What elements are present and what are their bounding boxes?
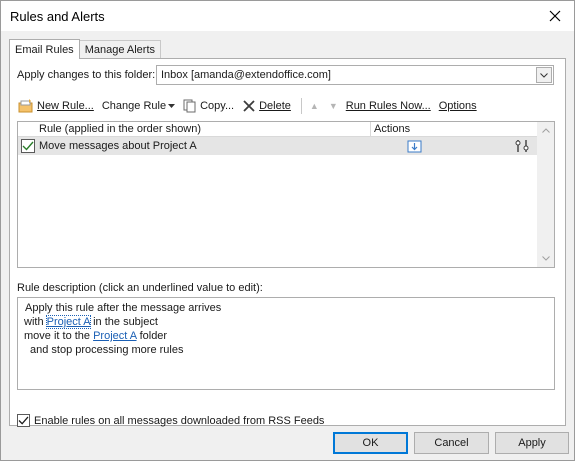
folder-select[interactable]: Inbox [amanda@extendoffice.com] xyxy=(156,65,554,85)
folder-row: Apply changes to this folder: xyxy=(17,69,155,81)
ok-label: OK xyxy=(362,437,379,449)
options-label: Options xyxy=(438,100,477,112)
description-line: move it to the Project A folder xyxy=(24,329,548,343)
checkmark-icon xyxy=(22,141,34,151)
description-text: folder xyxy=(136,330,168,342)
rule-settings-icon[interactable] xyxy=(515,139,529,153)
copy-icon xyxy=(183,99,197,113)
tab-manage-alerts[interactable]: Manage Alerts xyxy=(78,40,162,58)
new-rule-label: New Rule... xyxy=(37,100,94,112)
run-rules-label: Run Rules Now... xyxy=(345,100,431,112)
column-header-rule[interactable]: Rule (applied in the order shown) xyxy=(18,122,371,136)
scroll-down-button[interactable] xyxy=(537,250,554,267)
move-down-icon[interactable]: ▼ xyxy=(329,101,338,111)
rss-label: Enable rules on all messages downloaded … xyxy=(34,414,325,427)
rules-list-header: Rule (applied in the order shown) Action… xyxy=(18,122,538,137)
tab-label: Email Rules xyxy=(15,43,74,56)
rule-description-label: Rule description (click an underlined va… xyxy=(17,282,263,294)
move-to-folder-action-icon xyxy=(407,139,423,153)
rules-toolbar: New Rule... Change Rule Copy... Delete ▲… xyxy=(18,96,485,116)
target-folder-link[interactable]: Project A xyxy=(93,330,136,342)
tab-email-rules[interactable]: Email Rules xyxy=(9,39,80,59)
run-rules-now-button[interactable]: Run Rules Now... xyxy=(346,100,431,112)
scroll-up-button[interactable] xyxy=(537,122,554,139)
copy-rule-button[interactable]: Copy... xyxy=(183,99,234,113)
close-button[interactable] xyxy=(536,1,574,31)
toolbar-separator xyxy=(300,98,302,114)
folder-label: Apply changes to this folder: xyxy=(17,69,156,81)
close-icon xyxy=(549,10,561,22)
rss-rules-option[interactable]: Enable rules on all messages downloaded … xyxy=(17,414,324,427)
rule-row[interactable]: Move messages about Project A xyxy=(18,137,538,155)
delete-label: Delete xyxy=(259,100,291,112)
description-text: in the subject xyxy=(90,316,158,328)
apply-label: Apply xyxy=(518,437,546,449)
new-rule-icon xyxy=(18,99,34,113)
description-text: move it to the xyxy=(24,330,94,342)
description-line: Apply this rule after the message arrive… xyxy=(25,302,222,314)
rules-and-alerts-dialog: Rules and Alerts Email Rules Manage Aler… xyxy=(0,0,575,461)
cancel-button[interactable]: Cancel xyxy=(414,432,489,454)
new-rule-button[interactable]: New Rule... xyxy=(18,99,94,113)
tab-strip: Email Rules Manage Alerts xyxy=(9,39,162,59)
delete-rule-button[interactable]: Delete xyxy=(242,99,291,113)
change-rule-button[interactable]: Change Rule xyxy=(101,100,176,112)
email-rules-panel: Apply changes to this folder: Inbox [ama… xyxy=(9,58,566,427)
description-line: and stop processing more rules xyxy=(30,344,184,356)
column-header-actions[interactable]: Actions xyxy=(371,122,538,136)
change-rule-label: Change Rule xyxy=(101,100,167,112)
cancel-label: Cancel xyxy=(434,437,469,449)
rule-name: Move messages about Project A xyxy=(39,140,197,152)
description-line: with Project A in the subject xyxy=(24,315,548,329)
move-up-icon[interactable]: ▲ xyxy=(310,101,319,111)
ok-button[interactable]: OK xyxy=(333,432,408,454)
rules-list-scrollbar[interactable] xyxy=(537,122,554,267)
title-bar: Rules and Alerts xyxy=(1,1,574,31)
chevron-up-icon xyxy=(541,128,550,133)
window-title: Rules and Alerts xyxy=(10,8,105,24)
rules-list[interactable]: Rule (applied in the order shown) Action… xyxy=(17,121,555,268)
rss-checkbox[interactable] xyxy=(17,414,30,427)
folder-dropdown-button[interactable] xyxy=(536,67,552,83)
rule-enabled-checkbox[interactable] xyxy=(21,139,35,153)
options-button[interactable]: Options xyxy=(439,100,477,112)
apply-button[interactable]: Apply xyxy=(495,432,569,454)
chevron-down-icon xyxy=(540,72,548,78)
chevron-down-icon xyxy=(541,256,550,261)
tab-label: Manage Alerts xyxy=(84,43,156,56)
description-text: with xyxy=(24,316,47,328)
dropdown-arrow-icon xyxy=(168,104,176,108)
copy-label: Copy... xyxy=(200,100,235,112)
delete-icon xyxy=(242,99,256,113)
checkmark-icon xyxy=(18,416,29,425)
rule-description-box: Apply this rule after the message arrive… xyxy=(17,297,555,390)
folder-value: Inbox [amanda@extendoffice.com] xyxy=(161,69,331,81)
subject-words-link[interactable]: Project A xyxy=(45,315,92,329)
